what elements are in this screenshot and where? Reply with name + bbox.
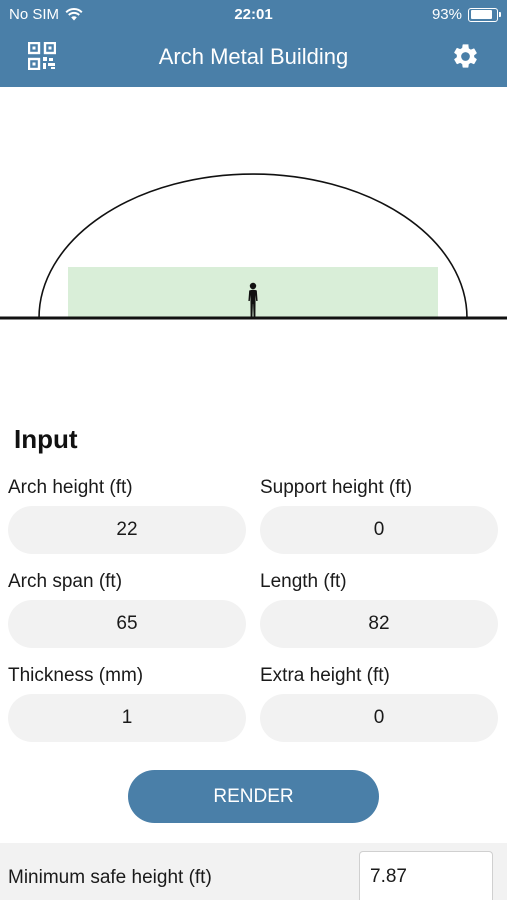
- arch-span-label: Arch span (ft): [8, 571, 123, 592]
- extra-height-input[interactable]: [260, 694, 498, 742]
- battery-percent: 93%: [431, 6, 462, 23]
- gear-icon: [454, 44, 477, 68]
- status-bar: No SIM 22:01 93%: [0, 0, 507, 30]
- extra-height-label: Extra height (ft): [260, 665, 390, 686]
- arch-height-input[interactable]: [8, 506, 246, 554]
- battery-icon: [468, 7, 501, 22]
- support-height-input[interactable]: [260, 506, 498, 554]
- length-input[interactable]: [260, 600, 498, 648]
- building-render: [0, 87, 507, 387]
- result-row: Minimum safe height (ft) 7.87: [0, 843, 507, 900]
- input-section-title: Input: [14, 424, 78, 454]
- arch-height-label: Arch height (ft): [8, 477, 133, 498]
- minimum-safe-height-label: Minimum safe height (ft): [8, 867, 212, 888]
- thickness-label: Thickness (mm): [8, 665, 144, 686]
- render-button[interactable]: RENDER: [128, 770, 379, 823]
- arch-span-input[interactable]: [8, 600, 246, 648]
- minimum-safe-height-value: 7.87: [359, 851, 493, 900]
- support-height-label: Support height (ft): [260, 477, 413, 498]
- settings-button[interactable]: [451, 42, 480, 71]
- app-header: No SIM 22:01 93% Arch Metal Building: [0, 0, 507, 87]
- clock: 22:01: [234, 6, 273, 23]
- thickness-input[interactable]: [8, 694, 246, 742]
- app-screen: No SIM 22:01 93% Arch Metal Building Inp…: [0, 0, 507, 900]
- length-label: Length (ft): [260, 571, 347, 592]
- page-title: Arch Metal Building: [158, 44, 349, 69]
- battery-group: 93%: [431, 6, 501, 23]
